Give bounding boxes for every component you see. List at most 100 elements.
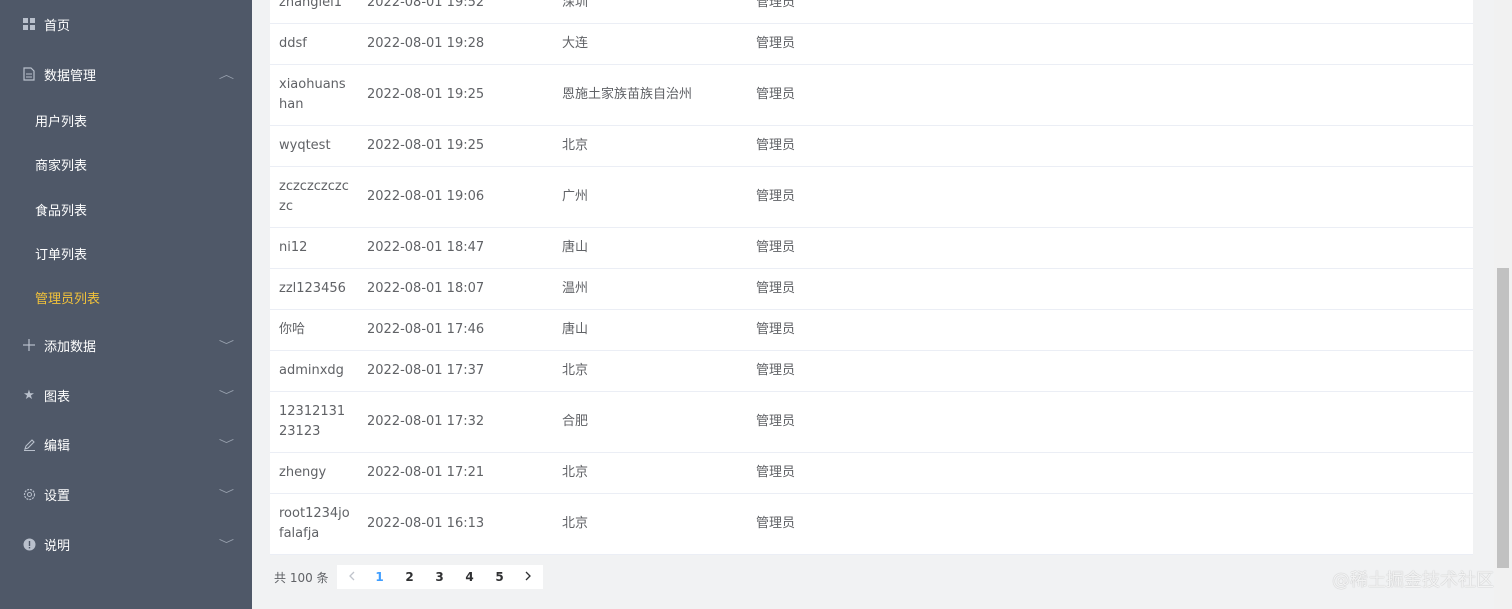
cell-name: zhanglei1	[279, 0, 343, 10]
cell-time: 2022-08-01 18:47	[367, 240, 485, 255]
submenu-label: 食品列表	[35, 203, 88, 219]
watermark-text: @稀土掘金技术社区	[1332, 570, 1494, 591]
submenu-food-list[interactable]: 食品列表	[0, 189, 252, 229]
cell-role: 管理员	[756, 465, 796, 480]
cell-role: 管理员	[756, 414, 796, 429]
cell-name: wyqtest	[279, 138, 331, 153]
cell-time: 2022-08-01 19:28	[367, 36, 485, 51]
table-row: 1231213123123 2022-08-01 17:32 合肥 管理员	[270, 392, 1473, 453]
page-button-3[interactable]: 3	[425, 565, 455, 589]
cell-time: 2022-08-01 19:06	[367, 189, 485, 204]
cell-city: 北京	[562, 516, 589, 531]
submenu-label: 订单列表	[35, 247, 88, 263]
prev-page-button[interactable]	[339, 565, 365, 589]
menu-add-data[interactable]: 添加数据 ﹀	[0, 325, 252, 365]
submenu-shop-list[interactable]: 商家列表	[0, 144, 252, 184]
chevron-down-icon: ﹀	[218, 538, 235, 551]
submenu-order-list[interactable]: 订单列表	[0, 233, 252, 273]
table-row: wyqtest 2022-08-01 19:25 北京 管理员	[270, 126, 1473, 167]
table-row: adminxdg 2022-08-01 17:37 北京 管理员	[270, 351, 1473, 392]
chevron-left-icon	[348, 571, 355, 581]
cell-time: 2022-08-01 17:21	[367, 465, 485, 480]
cell-role: 管理员	[756, 322, 796, 337]
menu-about-label: 说明	[44, 538, 71, 554]
submenu-label: 用户列表	[35, 114, 88, 130]
cell-role: 管理员	[756, 240, 796, 255]
chevron-down-icon: ﹀	[218, 389, 235, 402]
next-page-button[interactable]	[515, 565, 541, 589]
cell-name: ni12	[279, 240, 308, 255]
menu-about[interactable]: 说明 ﹀	[0, 524, 252, 564]
main-content: zhanglei1 2022-08-01 19:52 深圳 管理员 ddsf 2…	[252, 0, 1494, 609]
cell-role: 管理员	[756, 36, 796, 51]
chevron-up-icon: ︿	[218, 68, 235, 81]
table-row: xiaohuanshan 2022-08-01 19:25 恩施土家族苗族自治州…	[270, 65, 1473, 126]
menu-add-data-label: 添加数据	[44, 339, 97, 355]
chevron-down-icon: ﹀	[218, 488, 235, 501]
table-row: ddsf 2022-08-01 19:28 大连 管理员	[270, 24, 1473, 65]
page-button-4[interactable]: 4	[455, 565, 485, 589]
info-icon	[22, 537, 36, 551]
table-row: zczczczczczc 2022-08-01 19:06 广州 管理员	[270, 167, 1473, 228]
cell-role: 管理员	[756, 281, 796, 296]
menu-settings[interactable]: 设置 ﹀	[0, 474, 252, 514]
pagination-controls: 1 2 3 4 5	[336, 565, 543, 589]
cell-role: 管理员	[756, 0, 796, 10]
cell-city: 大连	[562, 36, 589, 51]
menu-data-manage[interactable]: 数据管理 ︿	[0, 54, 252, 94]
cell-city: 恩施土家族苗族自治州	[562, 87, 693, 102]
table-row: 你哈 2022-08-01 17:46 唐山 管理员	[270, 310, 1473, 351]
chevron-right-icon	[525, 571, 531, 581]
menu-data-manage-label: 数据管理	[44, 68, 97, 84]
cell-name: zhengy	[279, 465, 327, 480]
table-row: root1234jofalafja 2022-08-01 16:13 北京 管理…	[270, 494, 1473, 555]
table-row: zhengy 2022-08-01 17:21 北京 管理员	[270, 453, 1473, 494]
cell-city: 北京	[562, 138, 589, 153]
cell-time: 2022-08-01 19:52	[367, 0, 485, 10]
cell-name: root1234jofalafja	[279, 506, 350, 541]
cell-time: 2022-08-01 16:13	[367, 516, 485, 531]
cell-time: 2022-08-01 17:32	[367, 414, 485, 429]
page-button-5[interactable]: 5	[485, 565, 515, 589]
submenu-admin-list[interactable]: 管理员列表	[0, 277, 252, 317]
cell-role: 管理员	[756, 516, 796, 531]
scrollbar-thumb[interactable]	[1497, 268, 1509, 568]
cell-name: 你哈	[279, 322, 306, 337]
cell-city: 北京	[562, 363, 589, 378]
admin-table: zhanglei1 2022-08-01 19:52 深圳 管理员 ddsf 2…	[270, 0, 1473, 555]
cell-city: 北京	[562, 465, 589, 480]
gear-icon	[22, 487, 36, 501]
cell-city: 深圳	[562, 0, 589, 10]
pagination-total: 共 100 条	[274, 570, 329, 585]
cell-role: 管理员	[756, 363, 796, 378]
cell-role: 管理员	[756, 87, 796, 102]
submenu-user-list[interactable]: 用户列表	[0, 100, 252, 140]
menu-home[interactable]: 首页	[0, 4, 252, 44]
menu-edit[interactable]: 编辑 ﹀	[0, 424, 252, 464]
cell-time: 2022-08-01 17:46	[367, 322, 485, 337]
page-button-2[interactable]: 2	[395, 565, 425, 589]
menu-home-label: 首页	[44, 18, 71, 34]
chevron-down-icon: ﹀	[218, 339, 235, 352]
cell-name: xiaohuanshan	[279, 77, 346, 112]
cell-city: 合肥	[562, 414, 589, 429]
menu-edit-label: 编辑	[44, 438, 71, 454]
cell-name: ddsf	[279, 36, 307, 51]
plus-icon	[22, 338, 36, 352]
table-row: zhanglei1 2022-08-01 19:52 深圳 管理员	[270, 0, 1473, 24]
document-icon	[22, 67, 36, 81]
cell-time: 2022-08-01 17:37	[367, 363, 485, 378]
cell-time: 2022-08-01 19:25	[367, 87, 485, 102]
page-button-1[interactable]: 1	[365, 565, 395, 589]
cell-city: 唐山	[562, 322, 589, 337]
cell-city: 温州	[562, 281, 589, 296]
menu-charts[interactable]: ★ 图表 ﹀	[0, 375, 252, 415]
sidebar: 首页 数据管理 ︿ 用户列表 商家列表 食品列表 订单列表 管理员列表 添加数据…	[0, 0, 252, 609]
cell-role: 管理员	[756, 138, 796, 153]
menu-settings-label: 设置	[44, 488, 71, 504]
cell-time: 2022-08-01 19:25	[367, 138, 485, 153]
vertical-scrollbar[interactable]	[1494, 0, 1512, 609]
star-icon: ★	[23, 387, 35, 403]
cell-name: zczczczczczc	[279, 179, 349, 214]
table-row: ni12 2022-08-01 18:47 唐山 管理员	[270, 228, 1473, 269]
